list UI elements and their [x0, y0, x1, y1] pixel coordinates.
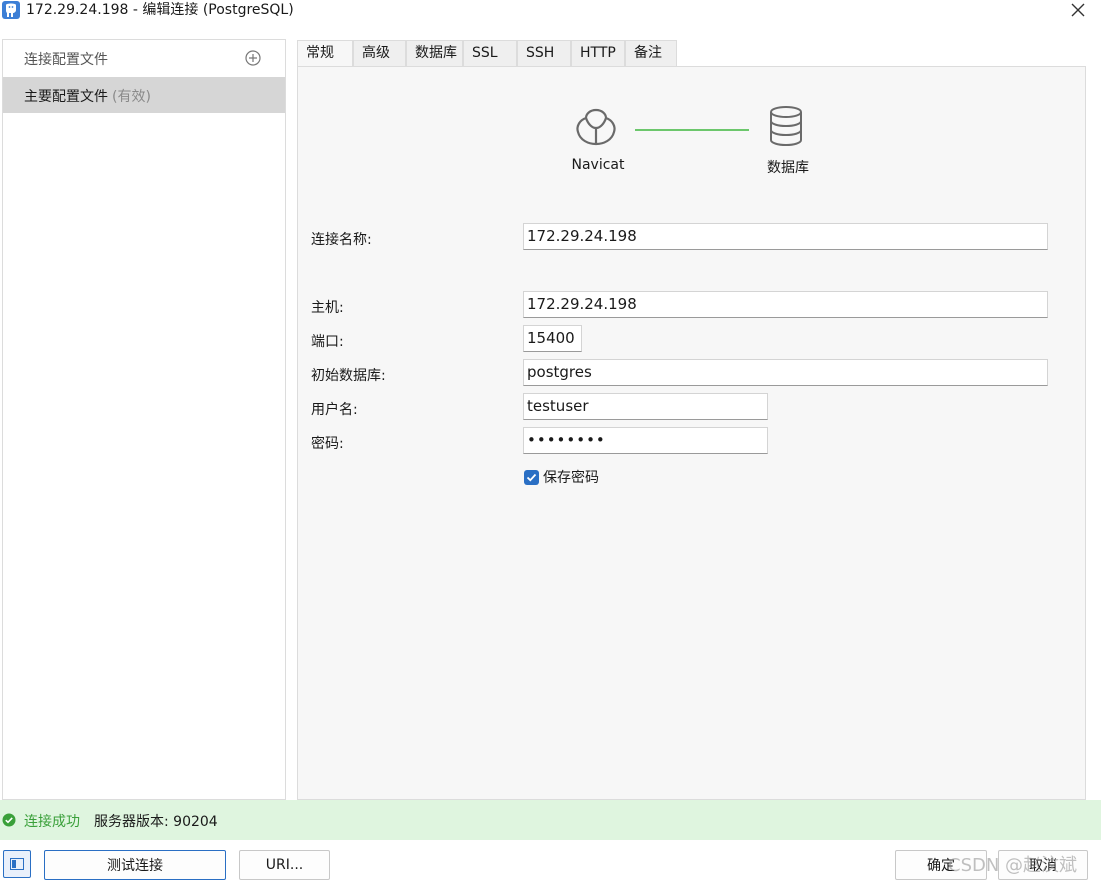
- general-settings-panel: Navicat 数据库 连接名称: 172.29.24.198 主机: 172.…: [297, 66, 1086, 800]
- tab-ssl[interactable]: SSL: [463, 40, 517, 66]
- plus-circle-icon[interactable]: [244, 49, 262, 67]
- connection-line: [635, 129, 749, 131]
- navicat-label: Navicat: [571, 157, 625, 173]
- csdn-watermark: CSDN @赵汶斌: [948, 855, 1078, 876]
- sidebar-panel-icon: [10, 858, 24, 870]
- profiles-panel: 连接配置文件 主要配置文件 (有效): [2, 39, 286, 800]
- tab-notes[interactable]: 备注: [625, 40, 677, 66]
- tab-database[interactable]: 数据库: [406, 40, 463, 66]
- profile-item-main[interactable]: 主要配置文件 (有效): [3, 77, 285, 113]
- port-input[interactable]: 15400: [523, 325, 582, 352]
- tab-advanced[interactable]: 高级: [353, 40, 406, 66]
- save-password-label[interactable]: 保存密码: [543, 467, 599, 487]
- status-bar: 连接成功 服务器版本: 90204: [0, 800, 1101, 840]
- checkmark-icon: [526, 473, 537, 482]
- success-check-icon: [2, 813, 16, 827]
- profile-item-label: 主要配置文件 (有效): [24, 89, 151, 105]
- bottom-bar: 测试连接 URI... 确定 取消: [0, 840, 1101, 886]
- tab-bar: 常规 高级 数据库 SSL SSH HTTP 备注: [297, 40, 677, 66]
- host-label: 主机:: [311, 300, 344, 316]
- test-connection-button[interactable]: 测试连接: [44, 850, 226, 880]
- username-input[interactable]: testuser: [523, 393, 768, 420]
- postgresql-app-icon: [2, 1, 20, 19]
- tab-general[interactable]: 常规: [297, 40, 353, 66]
- tab-ssh[interactable]: SSH: [517, 40, 571, 66]
- profiles-header: 连接配置文件: [3, 40, 285, 77]
- title-bar: 172.29.24.198 - 编辑连接 (PostgreSQL): [0, 0, 1101, 30]
- close-button[interactable]: [1062, 0, 1094, 20]
- port-label: 端口:: [311, 334, 344, 350]
- save-password-checkbox[interactable]: [524, 470, 539, 485]
- connection-name-input[interactable]: 172.29.24.198: [523, 223, 1048, 250]
- uri-button[interactable]: URI...: [239, 850, 330, 880]
- connection-name-label: 连接名称:: [311, 232, 372, 248]
- password-label: 密码:: [311, 436, 344, 452]
- window-title: 172.29.24.198 - 编辑连接 (PostgreSQL): [26, 2, 294, 18]
- initial-database-label: 初始数据库:: [311, 368, 386, 384]
- username-label: 用户名:: [311, 402, 358, 418]
- close-icon: [1071, 3, 1085, 17]
- navicat-icon: [576, 108, 616, 146]
- tab-http[interactable]: HTTP: [571, 40, 625, 66]
- password-input[interactable]: ••••••••: [523, 427, 768, 454]
- host-input[interactable]: 172.29.24.198: [523, 291, 1048, 318]
- profile-status: (有效): [112, 89, 151, 105]
- toggle-sidebar-button[interactable]: [3, 850, 31, 878]
- profiles-header-label: 连接配置文件: [24, 52, 108, 68]
- database-icon: [770, 106, 802, 147]
- initial-database-input[interactable]: postgres: [523, 359, 1048, 386]
- server-version: 服务器版本: 90204: [94, 814, 218, 830]
- connection-status: 连接成功: [24, 814, 80, 830]
- database-label: 数据库: [767, 160, 809, 176]
